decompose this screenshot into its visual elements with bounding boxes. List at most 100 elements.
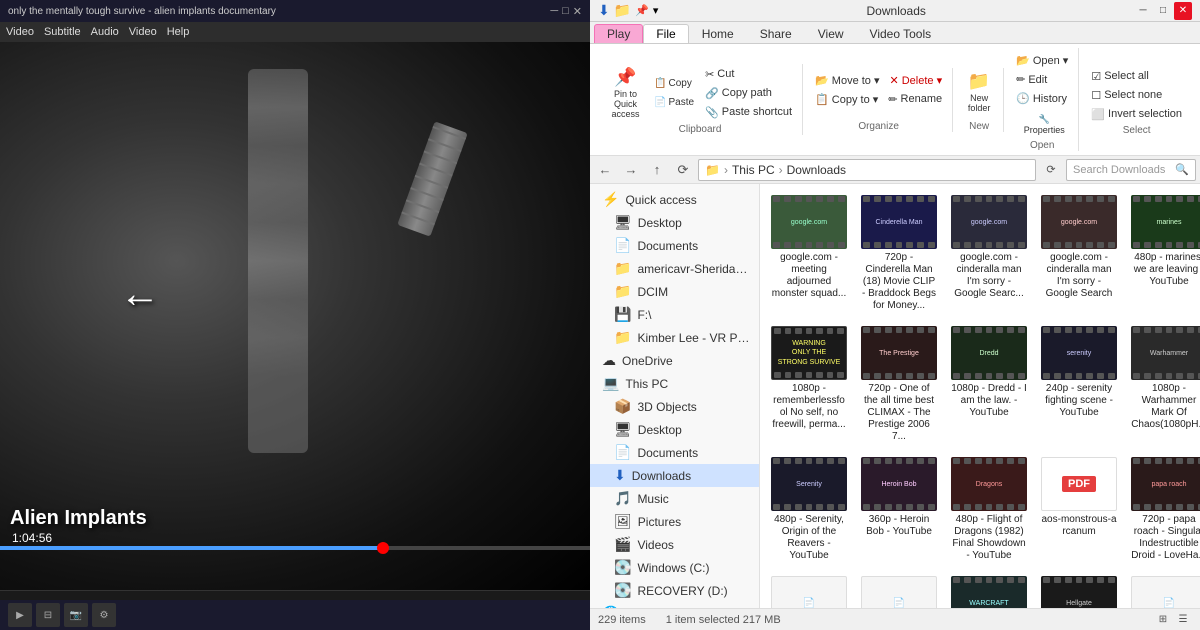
- taskbar-icon-2[interactable]: ⊟: [36, 603, 60, 627]
- btn-delete[interactable]: ✕ Delete ▾: [886, 72, 947, 89]
- qat-pin[interactable]: 📌: [635, 4, 649, 17]
- file-thumb-heroin-bob: Heroin Bob: [861, 457, 937, 511]
- btn-invert-selection[interactable]: ⬜ Invert selection: [1087, 106, 1186, 123]
- sidebar-item-windows-c[interactable]: 💽 Windows (C:): [590, 556, 759, 579]
- sidebar-item-this-pc[interactable]: 💻 This PC: [590, 372, 759, 395]
- path-this-pc[interactable]: This PC: [732, 163, 775, 177]
- progress-bar[interactable]: [0, 546, 590, 550]
- file-item-pdf-aos[interactable]: PDF aos-monstrous-a rcanum: [1036, 452, 1122, 567]
- taskbar-icon-1[interactable]: ▶: [8, 603, 32, 627]
- sidebar-item-kimber[interactable]: 📁 Kimber Lee - VR Pac...: [590, 326, 759, 349]
- nav-refresh[interactable]: ⟳: [1040, 159, 1062, 181]
- blank-icon-10: 📄: [803, 598, 815, 609]
- btn-copy-to[interactable]: 📋 Copy to ▾: [811, 91, 882, 108]
- btn-properties[interactable]: 🔧 Properties: [1019, 111, 1070, 138]
- sidebar-item-dcim[interactable]: 📁 DCIM: [590, 280, 759, 303]
- btn-copy-path[interactable]: 🔗 Copy path: [701, 85, 796, 102]
- menu-subtitle[interactable]: Subtitle: [44, 26, 81, 38]
- video-taskbar: ▶ ⊟ 📷 ⚙: [0, 600, 590, 630]
- sidebar-item-documents-1[interactable]: 📄 Documents: [590, 234, 759, 257]
- file-item-serenity-fight[interactable]: serenity 240p - serenity fighting scene …: [1036, 321, 1122, 448]
- address-bar[interactable]: 📁 › This PC › Downloads: [698, 159, 1036, 181]
- path-downloads[interactable]: Downloads: [787, 163, 846, 177]
- btn-new-folder[interactable]: 📁 Newfolder: [961, 68, 997, 116]
- menu-audio[interactable]: Audio: [91, 26, 119, 38]
- menu-video[interactable]: Video: [6, 26, 34, 38]
- menu-help[interactable]: Help: [167, 26, 190, 38]
- rename-icon: ✏: [888, 93, 897, 106]
- sidebar-item-americavr[interactable]: 📁 americavr-Sheridan...: [590, 257, 759, 280]
- sidebar-item-desktop-2[interactable]: 🖥 Desktop: [590, 418, 759, 441]
- view-btn-list[interactable]: ☰: [1174, 611, 1192, 629]
- new-label: New: [969, 121, 989, 132]
- file-item-warcraft[interactable]: WARCRAFT 1080p - WARCRAFT Movie Trailer …: [946, 571, 1032, 608]
- tab-share[interactable]: Share: [747, 24, 805, 43]
- btn-select-all[interactable]: ☑ Select all: [1087, 68, 1186, 85]
- sidebar-item-pictures[interactable]: 🖼 Pictures: [590, 510, 759, 533]
- sidebar-item-3d-objects[interactable]: 📦 3D Objects: [590, 395, 759, 418]
- tab-home[interactable]: Home: [689, 24, 747, 43]
- file-item-new-folder-10[interactable]: 📄 New folder(10): [766, 571, 852, 608]
- file-item-google-cinderalla-2[interactable]: google.com google.com - cinderalla man I…: [1036, 190, 1122, 317]
- btn-cut[interactable]: ✂ Cut: [701, 66, 796, 83]
- tab-play[interactable]: Play: [594, 24, 643, 43]
- nav-recent[interactable]: ⟳: [672, 159, 694, 181]
- menu-video2[interactable]: Video: [129, 26, 157, 38]
- sidebar-item-videos[interactable]: 🎬 Videos: [590, 533, 759, 556]
- sidebar-item-quick-access[interactable]: ⚡ Quick access: [590, 188, 759, 211]
- this-pc-breadcrumb[interactable]: 📁: [705, 163, 720, 177]
- maximize-button[interactable]: □: [1154, 2, 1172, 20]
- file-item-warhammer[interactable]: Warhammer 1080p - Warhammer Mark Of Chao…: [1126, 321, 1200, 448]
- file-item-google-cinderalla-1[interactable]: google.com google.com - cinderalla man I…: [946, 190, 1032, 317]
- btn-edit[interactable]: ✏ Edit: [1012, 71, 1072, 88]
- file-item-cinderella[interactable]: Cinderella Man 720p - Cinderella Man (18…: [856, 190, 942, 317]
- taskbar-icon-4[interactable]: ⚙: [92, 603, 116, 627]
- video-close[interactable]: ✕: [573, 5, 582, 18]
- file-item-new-folder-11[interactable]: 📄 New folder(11): [856, 571, 942, 608]
- tab-video-tools[interactable]: Video Tools: [857, 24, 945, 43]
- sidebar-item-desktop-1[interactable]: 🖥 Desktop: [590, 211, 759, 234]
- sidebar-item-fslash[interactable]: 💾 F:\: [590, 303, 759, 326]
- file-item-new-folder-9[interactable]: 📄 New folder(9): [1126, 571, 1200, 608]
- btn-paste-shortcut[interactable]: 📎 Paste shortcut: [701, 104, 796, 121]
- file-item-rememberless[interactable]: WARNINGONLY THESTRONG SURVIVE 1080p - re…: [766, 321, 852, 448]
- btn-history[interactable]: 🕒 History: [1012, 90, 1072, 107]
- sidebar-item-recovery-d[interactable]: 💽 RECOVERY (D:): [590, 579, 759, 602]
- video-maximize[interactable]: □: [562, 5, 569, 18]
- btn-select-none[interactable]: ☐ Select none: [1087, 87, 1186, 104]
- btn-move-to[interactable]: 📂 Move to ▾: [811, 72, 883, 89]
- search-bar[interactable]: Search Downloads 🔍: [1066, 159, 1196, 181]
- file-item-prestige[interactable]: The Prestige 720p - One of the all time …: [856, 321, 942, 448]
- nav-up[interactable]: ↑: [646, 159, 668, 181]
- file-thumb-google-meeting: google.com: [771, 195, 847, 249]
- file-item-google-meeting[interactable]: google.com google.com - meeting adjourne…: [766, 190, 852, 317]
- nav-back[interactable]: ←: [594, 159, 616, 181]
- sidebar-item-music[interactable]: 🎵 Music: [590, 487, 759, 510]
- tab-file[interactable]: File: [643, 24, 688, 43]
- btn-copy[interactable]: 📋 Copy: [649, 75, 699, 92]
- sidebar-item-documents-2[interactable]: 📄 Documents: [590, 441, 759, 464]
- close-button[interactable]: ✕: [1174, 2, 1192, 20]
- file-item-heroin-bob[interactable]: Heroin Bob 360p - Heroin Bob - YouTube: [856, 452, 942, 567]
- minimize-button[interactable]: ─: [1134, 2, 1152, 20]
- qat-folder[interactable]: 📁: [614, 2, 631, 19]
- file-item-papa-roach[interactable]: papa roach 720p - papa roach - Singular …: [1126, 452, 1200, 567]
- sidebar-item-downloads[interactable]: ⬇ Downloads: [590, 464, 759, 487]
- file-item-dragons[interactable]: Dragons 480p - Flight of Dragons (1982) …: [946, 452, 1032, 567]
- view-btn-grid[interactable]: ⊞: [1154, 611, 1172, 629]
- file-item-hellgate[interactable]: Hellgate 480p - Hellgate London 'Cinemat…: [1036, 571, 1122, 608]
- btn-paste[interactable]: 📄 Paste: [649, 94, 699, 111]
- qat-dropdown[interactable]: ▾: [653, 4, 659, 17]
- sidebar-item-onedrive[interactable]: ☁ OneDrive: [590, 349, 759, 372]
- tab-view[interactable]: View: [805, 24, 857, 43]
- file-item-serenity-reavers[interactable]: Serenity 480p - Serenity, Origin of the …: [766, 452, 852, 567]
- file-item-marines[interactable]: marines 480p - marines, we are leaving -…: [1126, 190, 1200, 317]
- btn-open[interactable]: 📂 Open ▾: [1012, 52, 1072, 69]
- video-minimize[interactable]: ─: [550, 5, 558, 18]
- btn-rename[interactable]: ✏ Rename: [884, 91, 946, 108]
- file-item-dredd[interactable]: Dredd 1080p - Dredd - I am the law. - Yo…: [946, 321, 1032, 448]
- qat-back[interactable]: ⬇: [598, 2, 610, 19]
- nav-forward[interactable]: →: [620, 159, 642, 181]
- taskbar-icon-3[interactable]: 📷: [64, 603, 88, 627]
- btn-pin-quick-access[interactable]: 📌 Pin to Quickaccess: [604, 64, 647, 122]
